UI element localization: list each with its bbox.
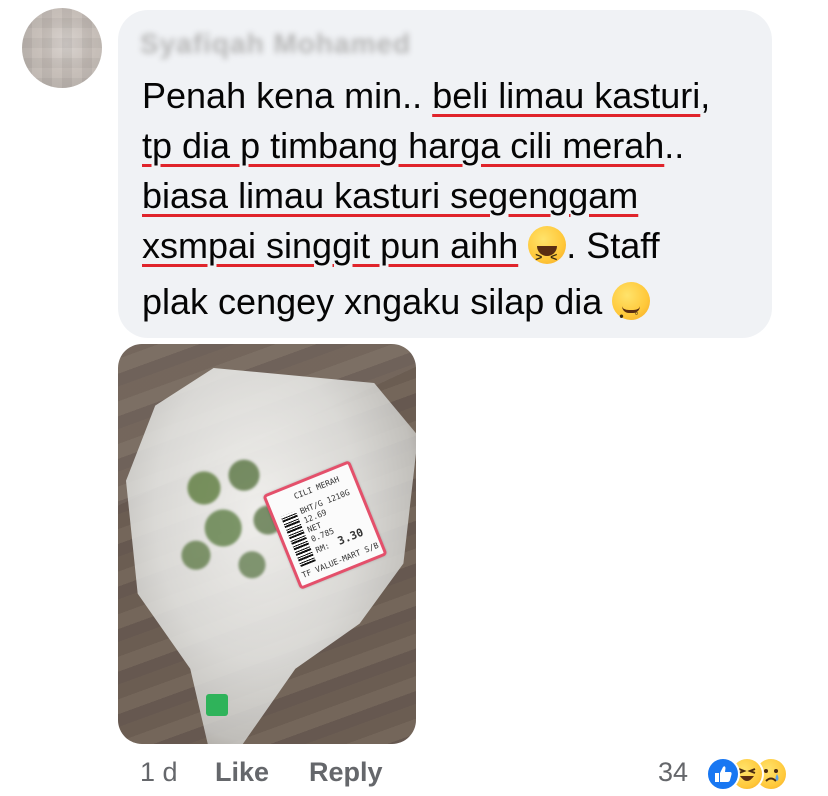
commenter-avatar[interactable] (22, 8, 102, 88)
comment-underlined-text: tp dia p timbang harga cili merah (142, 125, 665, 166)
comment-line-1: Penah kena min.. beli limau kasturi, (142, 74, 710, 118)
comment-text: .. (664, 125, 685, 166)
attached-photo[interactable]: CILI MERAH BHT/G 1210G 12.69 NET 0.785 R… (118, 344, 416, 744)
comment-line-2: tp dia p timbang harga cili merah.. (142, 124, 684, 168)
comment-line-5: plak cengey xngaku silap dia • ◦ (142, 280, 651, 324)
comment-underlined-text: beli limau kasturi (432, 75, 701, 116)
comment-text: plak cengey xngaku silap dia (142, 281, 603, 322)
label-price: 3.30 (335, 525, 366, 548)
label-rm: RM: (314, 541, 332, 555)
comment-timestamp[interactable]: 1 d (140, 755, 178, 789)
comment-underlined-text: biasa limau kasturi segenggam (142, 175, 639, 216)
reaction-icons[interactable] (706, 757, 816, 791)
woozy-face-emoji: • ◦ (612, 282, 651, 323)
laughing-squint-emoji: > < (528, 226, 567, 264)
comment-text: . Staff (566, 225, 660, 266)
reaction-count[interactable]: 34 (658, 755, 688, 789)
comment-line-3: biasa limau kasturi segenggam (142, 174, 638, 218)
like-reaction-icon (706, 757, 740, 791)
comment-text: Penah kena min.. (142, 75, 433, 116)
like-button[interactable]: Like (215, 755, 269, 789)
comment-text: , (700, 75, 711, 116)
comment-underlined-text: xsmpai singgit pun aihh (142, 225, 519, 266)
bag-tie (206, 694, 228, 716)
comment-line-4: xsmpai singgit pun aihh > < . Staff (142, 224, 660, 268)
reply-button[interactable]: Reply (309, 755, 383, 789)
comment-author[interactable]: Syafiqah Mohamed (140, 28, 411, 60)
